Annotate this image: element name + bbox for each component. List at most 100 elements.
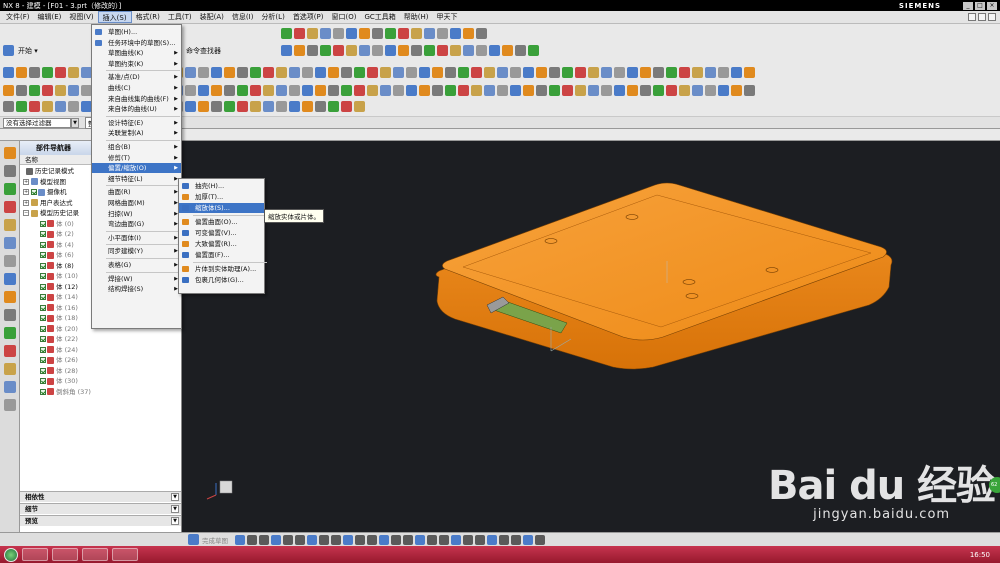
resource-tab-icon[interactable] [4,291,16,303]
toolbar-tool-icon[interactable] [320,45,331,56]
toolbar-tool-icon[interactable] [328,85,339,96]
toolbar-tool-icon[interactable] [315,85,326,96]
insert-menu-item[interactable]: 设计特征(E) ▶ [92,118,181,128]
toolbar-tool-icon[interactable] [502,45,513,56]
toolbar-tool-icon[interactable] [224,101,235,112]
toolbar-tool-icon[interactable] [424,28,435,39]
toolbar-tool-icon[interactable] [250,101,261,112]
insert-menu-item[interactable]: 任务环境中的草图(S)... [92,38,181,48]
sketch-tool-icon[interactable] [259,534,269,545]
toolbar-tool-icon[interactable] [55,101,66,112]
expand-toggle-icon[interactable]: + [23,189,29,196]
sketch-tool-icon[interactable] [343,534,353,545]
toolbar-tool-icon[interactable] [380,67,391,78]
toolbar-tool-icon[interactable] [393,85,404,96]
toolbar-tool-icon[interactable] [692,67,703,78]
toolbar-tool-icon[interactable] [497,85,508,96]
toolbar-tool-icon[interactable] [445,67,456,78]
insert-menu-item[interactable]: 修剪(T) ▶ [92,153,181,163]
insert-menu-item[interactable]: 草图(H)... [92,27,181,37]
sketch-tool-icon[interactable] [319,534,329,545]
resource-tab-icon[interactable] [4,183,16,195]
close-button[interactable]: × [987,1,997,10]
insert-menu-item[interactable]: 弯边曲面(G) ▶ [92,219,181,229]
toolbar-tool-icon[interactable] [640,67,651,78]
toolbar-tool-icon[interactable] [359,28,370,39]
toolbar-tool-icon[interactable] [372,28,383,39]
details-section[interactable]: 细节 ▼ [20,503,181,514]
toolbar-tool-icon[interactable] [198,85,209,96]
command-finder-button[interactable]: 命令查找器 [186,46,221,56]
resource-tab-icon[interactable] [4,399,16,411]
insert-menu-item[interactable]: 细节特征(L) ▶ [92,174,181,184]
offset-submenu-item[interactable]: 加厚(T)... [179,192,264,202]
windows-start-button[interactable] [4,547,18,562]
toolbar-tool-icon[interactable] [536,67,547,78]
sketch-tool-icon[interactable] [499,534,509,545]
dependencies-section[interactable]: 相依性 ▼ [20,491,181,502]
sketch-tool-icon[interactable] [523,534,533,545]
toolbar-tool-icon[interactable] [250,67,261,78]
toolbar-tool-icon[interactable] [16,85,27,96]
filter-dropdown-icon[interactable]: ▼ [71,117,79,128]
insert-menu-item[interactable]: 网格曲面(M) ▶ [92,198,181,208]
toolbar-tool-icon[interactable] [185,101,196,112]
offset-submenu-item[interactable]: 抽壳(H)... [179,181,264,191]
tree-row[interactable]: 体 (24) [20,345,181,356]
toolbar-tool-icon[interactable] [16,67,27,78]
sketch-tool-icon[interactable] [463,534,473,545]
start-button[interactable]: 开始 ▾ [18,46,38,56]
resource-tab-icon[interactable] [4,381,16,393]
menu-12[interactable]: 帮助(H) [400,11,433,23]
resource-tab-icon[interactable] [4,147,16,159]
maximize-button[interactable]: □ [975,1,985,10]
minimize-button[interactable]: _ [963,1,973,10]
toolbar-tool-icon[interactable] [692,85,703,96]
offset-submenu-item[interactable]: 大致偏置(R)... [179,239,264,249]
finish-sketch-icon[interactable] [188,534,199,545]
toolbar-tool-icon[interactable] [679,85,690,96]
toolbar-tool-icon[interactable] [562,85,573,96]
toolbar-tool-icon[interactable] [367,85,378,96]
toolbar-tool-icon[interactable] [294,45,305,56]
toolbar-tool-icon[interactable] [3,67,14,78]
toolbar-tool-icon[interactable] [315,67,326,78]
toolbar-tool-icon[interactable] [276,67,287,78]
toolbar-tool-icon[interactable] [55,85,66,96]
toolbar-tool-icon[interactable] [263,85,274,96]
visibility-checkbox[interactable] [40,283,46,290]
toolbar-tool-icon[interactable] [489,45,500,56]
sketch-tool-icon[interactable] [475,534,485,545]
toolbar-tool-icon[interactable] [406,85,417,96]
insert-menu-item[interactable]: 结构焊接(S) ▶ [92,284,181,294]
sketch-tool-icon[interactable] [283,534,293,545]
toolbar-tool-icon[interactable] [458,85,469,96]
toolbar-tool-icon[interactable] [450,28,461,39]
resource-tab-icon[interactable] [4,165,16,177]
toolbar-tool-icon[interactable] [718,85,729,96]
sketch-tool-icon[interactable] [379,534,389,545]
toolbar-tool-icon[interactable] [419,67,430,78]
toolbar-tool-icon[interactable] [307,45,318,56]
toolbar-tool-icon[interactable] [289,101,300,112]
insert-menu-item[interactable]: 小平面体(I) ▶ [92,233,181,243]
start-icon[interactable] [3,45,14,56]
doc-close-button[interactable] [988,13,996,21]
toolbar-tool-icon[interactable] [55,67,66,78]
toolbar-tool-icon[interactable] [627,67,638,78]
insert-menu-item[interactable]: 焊接(W) ▶ [92,274,181,284]
toolbar-tool-icon[interactable] [471,85,482,96]
sketch-tool-icon[interactable] [367,534,377,545]
sketch-tool-icon[interactable] [439,534,449,545]
toolbar-tool-icon[interactable] [42,85,53,96]
sketch-tool-icon[interactable] [235,534,245,545]
insert-menu-item[interactable]: 同步建模(Y) ▶ [92,246,181,256]
toolbar-tool-icon[interactable] [289,67,300,78]
toolbar-tool-icon[interactable] [484,85,495,96]
menu-10[interactable]: 窗口(O) [328,11,361,23]
toolbar-tool-icon[interactable] [471,67,482,78]
sketch-tool-icon[interactable] [511,534,521,545]
insert-menu-item[interactable]: 偏置/缩放(O) ▶ [92,163,181,174]
toolbar-tool-icon[interactable] [549,85,560,96]
sketch-tool-icon[interactable] [427,534,437,545]
